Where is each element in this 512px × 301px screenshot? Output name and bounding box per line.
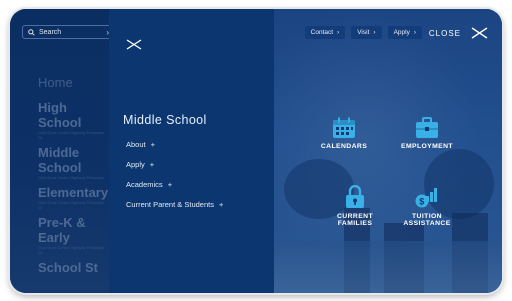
- close-label: CLOSE: [428, 28, 461, 38]
- panel-menu: About + Apply + Academics + Current Pare…: [126, 140, 223, 220]
- calendars-tile[interactable]: CALENDARS: [304, 117, 384, 150]
- tuition-assistance-tile[interactable]: $ TUITION ASSISTANCE: [387, 185, 467, 227]
- tuition-icon: $: [415, 188, 437, 208]
- contact-link[interactable]: Contact ›: [304, 26, 346, 39]
- chevron-right-icon: ›: [337, 29, 340, 36]
- plus-icon: +: [149, 160, 155, 169]
- bg-menu-item[interactable]: Middle School: [38, 145, 109, 175]
- chevron-right-icon: ›: [413, 29, 416, 36]
- contact-link-label: Contact: [310, 29, 334, 36]
- left-sidebar: Search › Home High School Gold Dora Cort…: [10, 9, 115, 293]
- tile-label-line2: ASSISTANCE: [403, 220, 451, 227]
- bg-menu-item[interactable]: Elementary: [38, 185, 109, 200]
- apply-link-label: Apply: [393, 29, 410, 36]
- panel-menu-item-academics[interactable]: Academics +: [126, 180, 223, 200]
- bg-menu-home[interactable]: Home: [38, 75, 109, 90]
- close-icon: [471, 27, 488, 39]
- bg-menu-item[interactable]: School St: [38, 260, 109, 275]
- panel-close-button[interactable]: [126, 37, 142, 55]
- svg-text:$: $: [419, 197, 424, 207]
- plus-icon: +: [150, 140, 155, 149]
- panel-menu-item-current-parents[interactable]: Current Parent & Students +: [126, 200, 223, 220]
- panel-menu-item-label: About: [126, 140, 146, 149]
- plus-icon: +: [167, 180, 173, 189]
- visit-link-label: Visit: [357, 29, 370, 36]
- tile-label: CALENDARS: [320, 143, 368, 150]
- panel-menu-item-about[interactable]: About +: [126, 140, 223, 160]
- app-window: Search › Home High School Gold Dora Cort…: [10, 9, 502, 293]
- close-menu-button[interactable]: CLOSE: [429, 27, 488, 39]
- panel-menu-item-apply[interactable]: Apply +: [126, 160, 223, 180]
- apply-link[interactable]: Apply ›: [387, 26, 422, 39]
- calendar-icon: [333, 117, 355, 138]
- tile-label-line2: FAMILIES: [337, 220, 373, 227]
- bg-menu-subtitle: Gold Dora Cortez Highway Parkways Dr: [38, 245, 105, 255]
- panel-menu-item-label: Apply: [126, 160, 145, 169]
- tile-label-line1: CURRENT: [336, 213, 374, 220]
- briefcase-icon: [416, 117, 438, 138]
- bg-menu-subtitle: Gold Dora Cortez Highway Parkways Dr: [38, 130, 105, 140]
- hero-photo-area: [274, 9, 502, 293]
- search-field[interactable]: Search ›: [22, 25, 115, 39]
- chevron-right-icon: ›: [373, 29, 376, 36]
- bg-menu-item[interactable]: Pre-K & Early: [38, 215, 109, 245]
- bg-menu-subtitle: Gold Dora Cortez Highway Parkways: [38, 175, 105, 180]
- background-menu: Home High School Gold Dora Cortez Highwa…: [38, 75, 109, 275]
- visit-link[interactable]: Visit ›: [351, 26, 382, 39]
- search-icon: [28, 28, 35, 36]
- panel-menu-item-label: Current Parent & Students: [126, 200, 214, 209]
- employment-tile[interactable]: EMPLOYMENT: [387, 117, 467, 150]
- tile-label-line1: TUITION: [412, 213, 442, 220]
- search-label: Search: [39, 28, 62, 36]
- current-families-tile[interactable]: CURRENT FAMILIES: [315, 185, 395, 227]
- tile-label: EMPLOYMENT: [401, 143, 453, 150]
- panel-title: Middle School: [123, 113, 207, 127]
- bg-menu-subtitle: Gold Dora Cortez Highway Parkways Dr: [38, 200, 105, 210]
- background-road: [274, 241, 502, 293]
- panel-menu-item-label: Academics: [126, 180, 163, 189]
- lock-icon: [346, 185, 364, 208]
- bg-menu-item[interactable]: High School: [38, 100, 109, 130]
- top-links: Contact › Visit › Apply ›: [304, 26, 422, 39]
- plus-icon: +: [218, 200, 224, 209]
- close-icon: [126, 39, 142, 50]
